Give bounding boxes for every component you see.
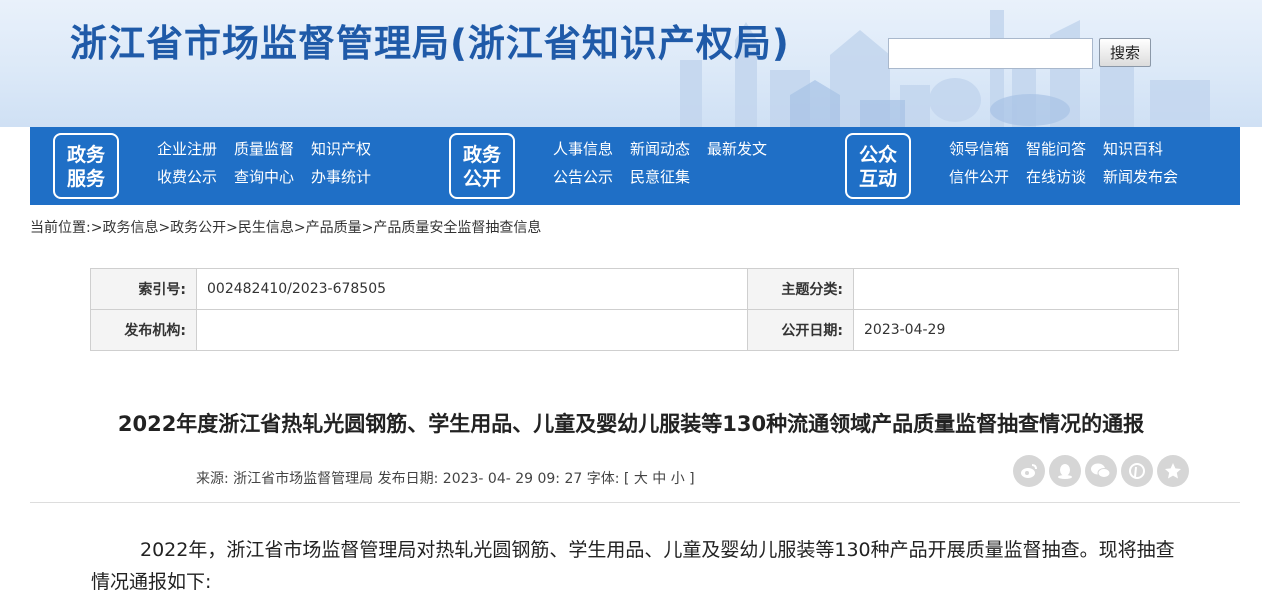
pinterest-icon[interactable] (1121, 455, 1153, 487)
nav-link-news[interactable]: 新闻动态 (630, 140, 690, 159)
nav-badge-line: 政务 (66, 144, 105, 166)
date-value: 2023-04-29 (853, 309, 1179, 351)
main-nav: 政务 服务 企业注册 质量监督 知识产权 收费公示 查询中心 办事统计 政务 公… (30, 127, 1240, 205)
topic-label: 主题分类: (747, 268, 854, 310)
nav-link-online-interview[interactable]: 在线访谈 (1026, 168, 1086, 187)
nav-badge-line: 政务 (462, 144, 501, 166)
publisher-value (196, 309, 748, 351)
qq-icon[interactable] (1049, 455, 1081, 487)
nav-links: 企业注册 质量监督 知识产权 收费公示 查询中心 办事统计 (157, 140, 371, 187)
nav-link-announcements[interactable]: 公告公示 (553, 168, 613, 187)
table-row: 发布机构: 公开日期: 2023-04-29 (90, 309, 1179, 351)
nav-link-press-conference[interactable]: 新闻发布会 (1103, 168, 1178, 187)
nav-link-public-opinion[interactable]: 民意征集 (630, 168, 690, 187)
nav-badge-line: 服务 (66, 168, 105, 190)
breadcrumb[interactable]: 当前位置:>政务信息>政务公开>民生信息>产品质量>产品质量安全监督抽查信息 (30, 217, 541, 237)
nav-badge-line: 公开 (462, 168, 501, 190)
nav-link-leader-mailbox[interactable]: 领导信箱 (949, 140, 1009, 159)
topic-value (853, 268, 1179, 310)
nav-badge-government-services[interactable]: 政务 服务 (53, 133, 119, 199)
nav-badge-line: 互动 (858, 168, 897, 190)
nav-link-intellectual-property[interactable]: 知识产权 (311, 140, 371, 159)
search-input[interactable] (888, 38, 1093, 69)
nav-link-knowledge-base[interactable]: 知识百科 (1103, 140, 1178, 159)
nav-link-service-statistics[interactable]: 办事统计 (311, 168, 371, 187)
site-title: 浙江省市场监督管理局(浙江省知识产权局) (70, 22, 790, 65)
search-button[interactable]: 搜索 (1099, 38, 1151, 67)
nav-links: 领导信箱 智能问答 知识百科 信件公开 在线访谈 新闻发布会 (949, 140, 1178, 187)
nav-link-enterprise-registration[interactable]: 企业注册 (157, 140, 217, 159)
nav-link-smart-qa[interactable]: 智能问答 (1026, 140, 1086, 159)
wechat-icon[interactable] (1085, 455, 1117, 487)
table-row: 索引号: 002482410/2023-678505 主题分类: (90, 268, 1179, 310)
nav-badge-line: 公众 (858, 144, 897, 166)
document-info-table: 索引号: 002482410/2023-678505 主题分类: 发布机构: 公… (90, 268, 1179, 351)
nav-link-personnel-info[interactable]: 人事信息 (553, 140, 613, 159)
date-label: 公开日期: (747, 309, 854, 351)
share-bar (1013, 455, 1189, 487)
nav-links: 人事信息 新闻动态 最新发文 公告公示 民意征集 (553, 140, 767, 187)
weibo-icon[interactable] (1013, 455, 1045, 487)
index-label: 索引号: (90, 268, 197, 310)
article-body-paragraph: 2022年，浙江省市场监督管理局对热轧光圆钢筋、学生用品、儿童及婴幼儿服装等13… (91, 539, 1175, 593)
nav-link-public-letters[interactable]: 信件公开 (949, 168, 1009, 187)
index-value: 002482410/2023-678505 (196, 268, 748, 310)
nav-link-latest-documents[interactable]: 最新发文 (707, 140, 767, 159)
article-title: 2022年度浙江省热轧光圆钢筋、学生用品、儿童及婴幼儿服装等130种流通领域产品… (117, 412, 1145, 436)
nav-link-quality-supervision[interactable]: 质量监督 (234, 140, 294, 159)
nav-badge-government-affairs[interactable]: 政务 公开 (449, 133, 515, 199)
nav-link-fee-disclosure[interactable]: 收费公示 (157, 168, 217, 187)
article-meta: 来源: 浙江省市场监督管理局 发布日期: 2023- 04- 29 09: 27… (196, 471, 695, 487)
publisher-label: 发布机构: (90, 309, 197, 351)
nav-badge-public-interaction[interactable]: 公众 互动 (845, 133, 911, 199)
content-divider (30, 502, 1240, 503)
header-banner: 浙江省市场监督管理局(浙江省知识产权局) 搜索 (0, 0, 1262, 127)
nav-link-query-center[interactable]: 查询中心 (234, 168, 294, 187)
qzone-icon[interactable] (1157, 455, 1189, 487)
